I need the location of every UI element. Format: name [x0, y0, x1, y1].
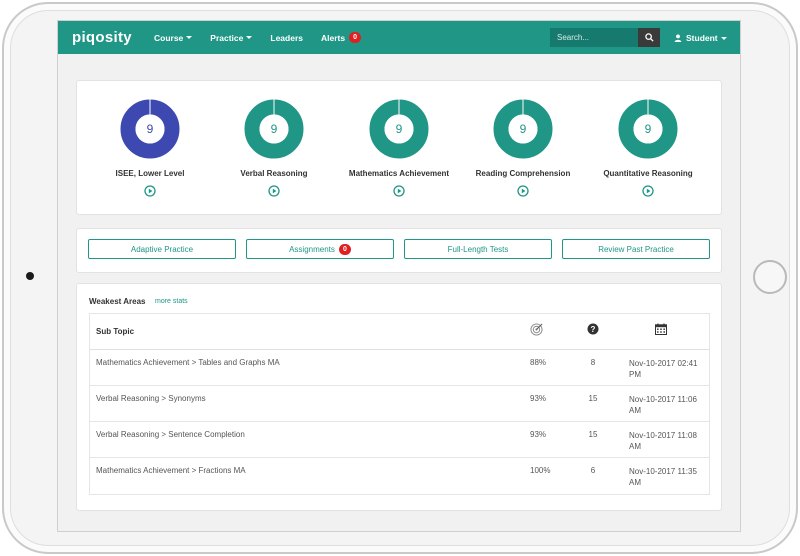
caret-down-icon	[720, 36, 727, 40]
weakest-areas-table: Sub Topic ? Mathematics Achievement > Ta…	[89, 313, 710, 495]
caret-down-icon	[186, 36, 193, 39]
date-cell: Nov-10-2017 02:41 PM	[629, 359, 698, 379]
search-form	[550, 28, 660, 47]
score-label: Reading Comprehension	[475, 169, 571, 178]
score-value: 9	[645, 122, 652, 136]
score-summary-card: 9 ISEE, Lower Level 9 Verbal Reasoning 9…	[76, 80, 722, 215]
nav-course[interactable]: Course	[154, 32, 193, 43]
date-cell: Nov-10-2017 11:06 AM	[629, 395, 697, 415]
calendar-icon	[655, 323, 667, 335]
nav-practice-label: Practice	[210, 32, 244, 43]
search-button[interactable]	[638, 28, 660, 47]
nav-leaders-label: Leaders	[270, 32, 303, 43]
search-icon	[644, 33, 654, 42]
nav-alerts[interactable]: Alerts 0	[321, 32, 362, 43]
subtopic-cell: Mathematics Achievement > Tables and Gra…	[96, 358, 280, 367]
score-label: Mathematics Achievement	[348, 169, 450, 178]
more-stats-link[interactable]: more stats	[155, 298, 188, 305]
score-value: 9	[147, 122, 154, 136]
subtopic-cell: Verbal Reasoning > Sentence Completion	[96, 430, 245, 439]
target-icon	[530, 323, 543, 336]
tablet-home-button	[753, 260, 787, 294]
brand-logo[interactable]: piqosity	[72, 29, 154, 46]
top-navbar: piqosity Course Practice Leaders Alerts …	[58, 21, 740, 54]
play-circle-icon[interactable]	[642, 185, 654, 197]
question-circle-icon: ?	[587, 323, 599, 335]
play-circle-icon[interactable]	[517, 185, 529, 197]
questions-cell: 6	[590, 466, 596, 475]
score-donut: 9	[120, 99, 180, 159]
review-past-practice-button[interactable]: Review Past Practice	[562, 239, 710, 259]
questions-cell: 8	[590, 358, 596, 367]
score-donut: 9	[618, 99, 678, 159]
user-menu-label: Student	[686, 33, 718, 43]
score-value: 9	[271, 122, 278, 136]
weakest-areas-card: Weakest Areas more stats Sub Topic ? Mat…	[76, 283, 722, 511]
practice-actions-card: Adaptive Practice Assignments 0 Full-Len…	[76, 228, 722, 273]
app-screen: piqosity Course Practice Leaders Alerts …	[57, 20, 741, 532]
subtopic-cell: Verbal Reasoning > Synonyms	[96, 394, 206, 403]
accuracy-cell: 93%	[530, 430, 547, 439]
tablet-camera	[26, 272, 34, 280]
score-label: Quantitative Reasoning	[603, 169, 693, 178]
table-row: Verbal Reasoning > Synonyms 93% 15 Nov-1…	[90, 386, 709, 422]
assignments-label: Assignments	[289, 244, 335, 254]
alerts-count-badge: 0	[349, 32, 362, 43]
play-circle-icon[interactable]	[144, 185, 156, 197]
table-header: Sub Topic ?	[90, 314, 709, 350]
subtopic-cell: Mathematics Achievement > Fractions MA	[96, 466, 246, 475]
assignments-button[interactable]: Assignments 0	[246, 239, 394, 259]
questions-cell: 15	[588, 394, 598, 403]
assignments-count-badge: 0	[338, 243, 351, 255]
user-icon	[674, 34, 682, 42]
weakest-areas-title: Weakest Areas	[89, 297, 146, 306]
score-value: 9	[520, 122, 527, 136]
score-donut: 9	[244, 99, 304, 159]
nav-course-label: Course	[154, 32, 184, 43]
score-donut: 9	[493, 99, 553, 159]
accuracy-cell: 93%	[530, 394, 547, 403]
score-donut: 9	[369, 99, 429, 159]
svg-text:?: ?	[591, 325, 596, 334]
search-input[interactable]	[550, 28, 638, 47]
nav-leaders[interactable]: Leaders	[270, 33, 303, 43]
full-length-tests-button[interactable]: Full-Length Tests	[404, 239, 552, 259]
play-circle-icon[interactable]	[268, 185, 280, 197]
table-row: Mathematics Achievement > Tables and Gra…	[90, 350, 709, 386]
caret-down-icon	[246, 36, 253, 39]
accuracy-cell: 88%	[530, 358, 547, 367]
subtopic-header: Sub Topic	[96, 327, 135, 336]
date-cell: Nov-10-2017 11:35 AM	[629, 467, 697, 487]
table-row: Mathematics Achievement > Fractions MA 1…	[90, 458, 709, 494]
score-label: Verbal Reasoning	[240, 169, 308, 178]
accuracy-cell: 100%	[530, 466, 551, 475]
score-value: 9	[396, 122, 403, 136]
nav-alerts-label: Alerts	[321, 32, 346, 43]
nav-practice[interactable]: Practice	[210, 32, 253, 43]
user-menu[interactable]: Student	[674, 33, 727, 43]
date-cell: Nov-10-2017 11:08 AM	[629, 431, 697, 451]
play-circle-icon[interactable]	[393, 185, 405, 197]
questions-cell: 15	[588, 430, 598, 439]
table-row: Verbal Reasoning > Sentence Completion 9…	[90, 422, 709, 458]
adaptive-practice-button[interactable]: Adaptive Practice	[88, 239, 236, 259]
score-label: ISEE, Lower Level	[115, 169, 185, 178]
